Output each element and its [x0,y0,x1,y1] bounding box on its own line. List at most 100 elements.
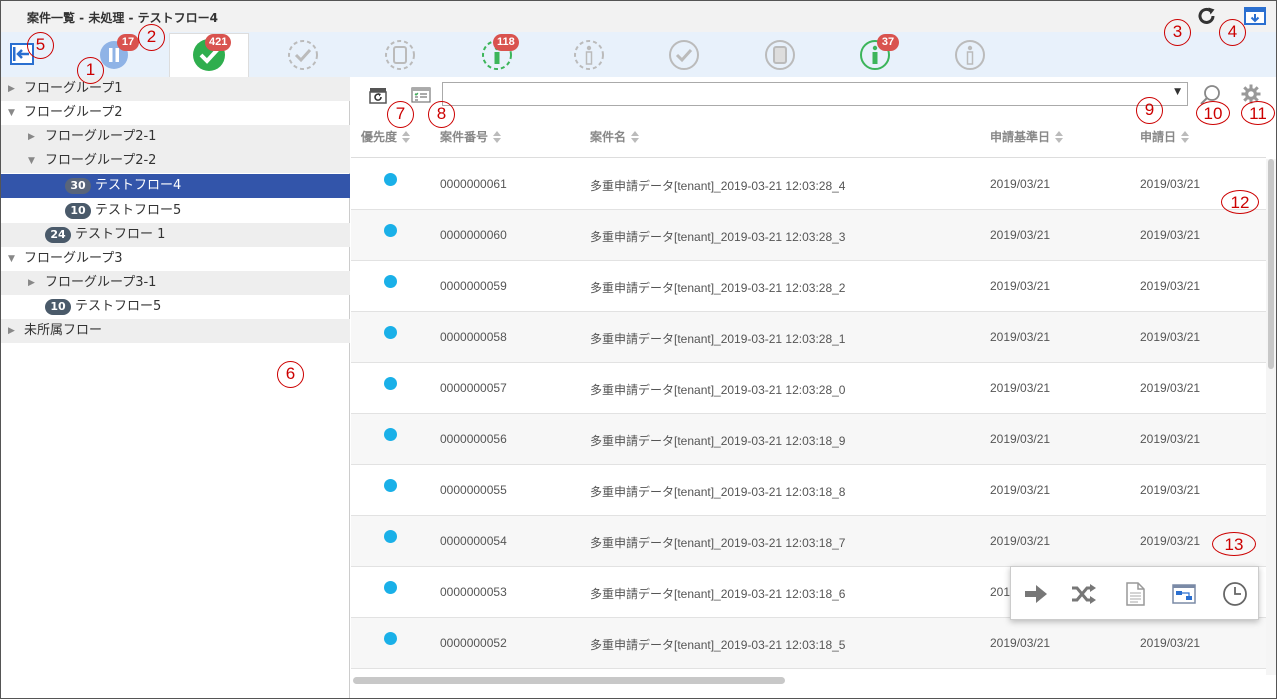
application-date: 2019/03/21 [1140,228,1201,242]
sort-icon [402,131,411,143]
dashed-info-icon[interactable] [571,37,607,73]
column-header-date[interactable]: 申請日 [1140,128,1190,145]
flow-count-badge: 24 [45,227,71,243]
tree-item-flow-group-2[interactable]: ▼ フローグループ2 [1,101,350,125]
filter-select[interactable]: ▼ [442,82,1188,106]
priority-dot [384,326,397,339]
tree-item-test-flow-5b[interactable]: 10 テストフロー5 [1,295,350,319]
expand-arrow-icon[interactable]: ▶ [28,125,35,149]
application-date: 2019/03/21 [1140,381,1201,395]
refresh-icon[interactable] [1196,6,1218,26]
expand-arrow-icon[interactable]: ▶ [28,271,35,295]
column-header-base-date[interactable]: 申請基準日 [990,128,1064,145]
priority-dot [384,581,397,594]
tree-item-flow-group-3-1[interactable]: ▶ フローグループ3-1 [1,271,350,295]
application-date: 2019/03/21 [1140,432,1201,446]
tree-item-label: 未所属フロー [24,323,103,338]
callout-marker: 6 [277,361,304,388]
case-name: 多重申請データ[tenant]_2019-03-21 12:03:28_1 [590,332,846,346]
column-header-priority[interactable]: 優先度 [361,128,411,145]
expand-arrow-icon[interactable]: ▶ [8,77,15,101]
unprocessed-count-badge: 421 [205,34,232,51]
tree-item-flow-group-2-2[interactable]: ▼ フローグループ2-2 [1,149,350,173]
stop-circle-icon[interactable] [762,37,798,73]
check-circle-icon[interactable] [666,37,702,73]
application-date: 2019/03/21 [1140,636,1201,650]
case-name: 多重申請データ[tenant]_2019-03-21 12:03:28_3 [590,230,846,244]
column-header-label: 申請基準日 [990,130,1051,144]
callout-marker: 1 [77,57,104,84]
collapse-arrow-icon[interactable]: ▼ [8,247,15,271]
column-settings-icon[interactable] [410,85,432,105]
priority-dot [384,428,397,441]
column-header-label: 案件番号 [440,130,489,144]
table-row[interactable]: 0000000060 多重申請データ[tenant]_2019-03-21 12… [351,210,1266,261]
case-number: 0000000054 [440,534,507,548]
document-icon[interactable] [1121,580,1149,608]
application-date: 2019/03/21 [1140,534,1201,548]
base-date: 2019/03/21 [990,330,1051,344]
download-icon[interactable] [1244,6,1266,26]
flow-count-badge: 10 [45,299,71,315]
priority-dot [384,224,397,237]
tree-item-flow-group-1[interactable]: ▶ フローグループ1 [1,77,350,101]
tree-item-label: フローグループ2 [24,105,123,120]
tree-item-unassigned-flow[interactable]: ▶ 未所属フロー [1,319,350,343]
expand-arrow-icon[interactable]: ▶ [8,319,15,343]
application-date: 2019/03/21 [1140,483,1201,497]
info-count-badge-2: 37 [877,34,899,51]
base-date: 2019/03/21 [990,177,1051,191]
flow-diagram-icon[interactable] [1170,580,1198,608]
base-date: 201 [990,585,1011,599]
base-date: 2019/03/21 [990,636,1051,650]
column-header-label: 案件名 [590,130,627,144]
column-header-label: 申請日 [1140,130,1177,144]
page-title: 案件一覧 - 未処理 - テストフロー4 [27,11,219,25]
case-number: 0000000052 [440,636,507,650]
tree-item-test-flow-4[interactable]: 30 テストフロー4 [1,174,350,198]
priority-dot [384,479,397,492]
dashed-stop-icon[interactable] [382,37,418,73]
table-row[interactable]: 0000000057 多重申請データ[tenant]_2019-03-21 12… [351,363,1266,414]
dashed-check-icon[interactable] [285,37,321,73]
table-row[interactable]: 0000000052 多重申請データ[tenant]_2019-03-21 12… [351,618,1266,669]
callout-marker: 9 [1136,97,1163,124]
collapse-arrow-icon[interactable]: ▼ [8,101,15,125]
clock-icon[interactable] [1221,580,1249,608]
table-row[interactable]: 0000000058 多重申請データ[tenant]_2019-03-21 12… [351,312,1266,363]
title-bar: 案件一覧 - 未処理 - テストフロー4 [1,1,1276,32]
callout-marker: 8 [428,101,455,128]
table-row[interactable]: 0000000055 多重申請データ[tenant]_2019-03-21 12… [351,465,1266,516]
horizontal-scrollbar[interactable] [351,675,1276,685]
collapse-arrow-icon[interactable]: ▼ [28,149,35,173]
callout-marker: 10 [1196,101,1230,125]
horizontal-scroll-thumb[interactable] [353,677,785,684]
table-row[interactable]: 0000000056 多重申請データ[tenant]_2019-03-21 12… [351,414,1266,465]
column-header-number[interactable]: 案件番号 [440,128,502,145]
shuffle-icon[interactable] [1069,580,1097,608]
case-name: 多重申請データ[tenant]_2019-03-21 12:03:28_4 [590,179,846,193]
refresh-list-icon[interactable] [367,85,389,105]
table-row[interactable]: 0000000054 多重申請データ[tenant]_2019-03-21 12… [351,516,1266,567]
info-circle-icon[interactable] [952,37,988,73]
vertical-scroll-thumb[interactable] [1268,159,1274,369]
tree-item-flow-group-3[interactable]: ▼ フローグループ3 [1,247,350,271]
case-number: 0000000055 [440,483,507,497]
info-count-badge-1: 118 [493,34,519,51]
base-date: 2019/03/21 [990,483,1051,497]
application-date: 2019/03/21 [1140,279,1201,293]
tree-item-test-flow-1[interactable]: 24 テストフロー 1 [1,223,350,247]
arrow-right-icon[interactable] [1022,580,1050,608]
column-header-name[interactable]: 案件名 [590,128,640,145]
tree-item-label: テストフロー5 [75,299,162,314]
flow-count-badge: 10 [65,203,91,219]
chevron-down-icon: ▼ [1174,87,1181,97]
tree-item-flow-group-2-1[interactable]: ▶ フローグループ2-1 [1,125,350,149]
vertical-scrollbar[interactable] [1266,159,1276,675]
table-row[interactable]: 0000000061 多重申請データ[tenant]_2019-03-21 12… [351,159,1266,210]
tree-item-test-flow-5[interactable]: 10 テストフロー5 [1,199,350,223]
table-header: 優先度 案件番号 案件名 申請基準日 申請日 [351,114,1266,158]
priority-dot [384,632,397,645]
table-row[interactable]: 0000000059 多重申請データ[tenant]_2019-03-21 12… [351,261,1266,312]
row-action-menu [1010,566,1259,620]
